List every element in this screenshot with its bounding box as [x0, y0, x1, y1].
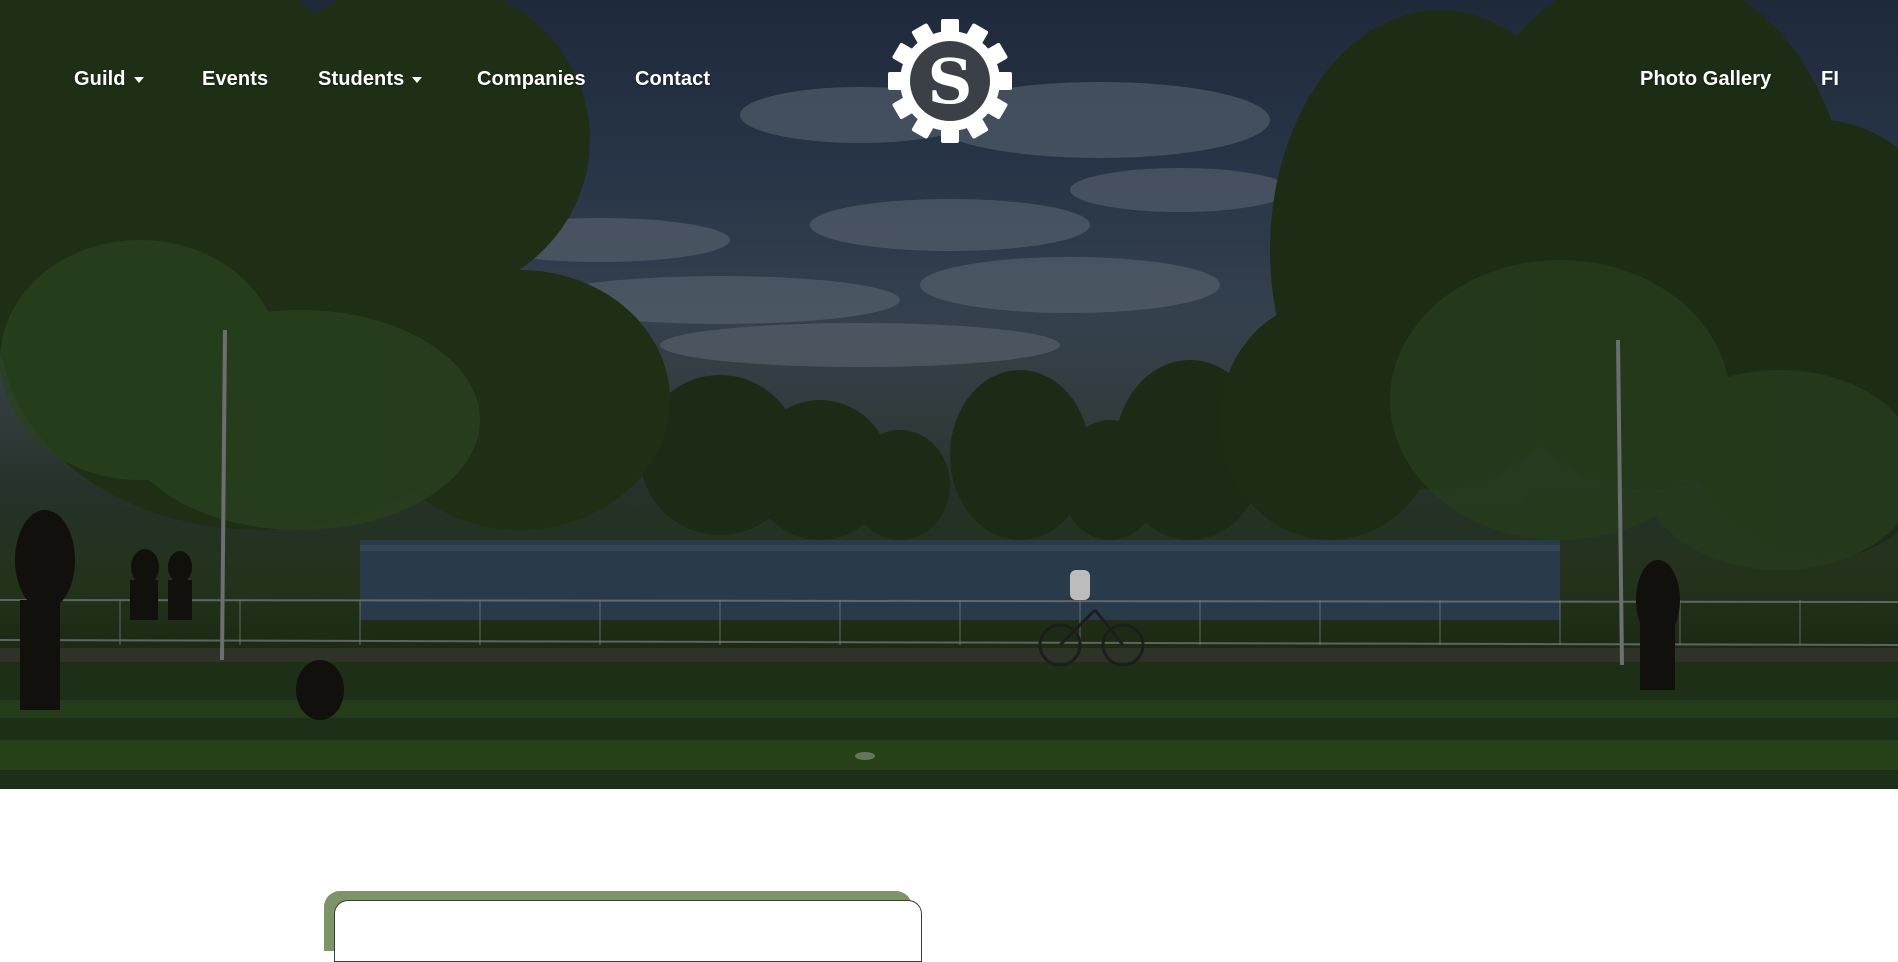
- nav-events-label: Events: [202, 68, 269, 90]
- nav-students[interactable]: Students: [318, 68, 423, 91]
- gear-s-logo-icon[interactable]: S: [886, 17, 1014, 145]
- nav-students-label: Students: [318, 68, 405, 90]
- nav-guild-label: Guild: [74, 68, 126, 90]
- nav-events[interactable]: Events: [202, 68, 268, 91]
- language-switch[interactable]: FI: [1821, 68, 1839, 91]
- logo-letter: S: [928, 45, 973, 118]
- chevron-down-icon: [412, 76, 423, 83]
- chevron-down-icon: [133, 76, 144, 83]
- content-card: [334, 900, 922, 962]
- nav-companies[interactable]: Companies: [477, 68, 586, 91]
- nav-photo-gallery-label: Photo Gallery: [1640, 68, 1772, 90]
- top-navigation: Guild Events Students Companies Contact: [0, 0, 1898, 162]
- language-switch-label: FI: [1821, 68, 1839, 90]
- nav-contact[interactable]: Contact: [635, 68, 710, 91]
- nav-photo-gallery[interactable]: Photo Gallery: [1640, 68, 1771, 91]
- nav-companies-label: Companies: [477, 68, 586, 90]
- nav-contact-label: Contact: [635, 68, 711, 90]
- hero-image: Guild Events Students Companies Contact: [0, 0, 1898, 789]
- nav-guild[interactable]: Guild: [74, 68, 144, 91]
